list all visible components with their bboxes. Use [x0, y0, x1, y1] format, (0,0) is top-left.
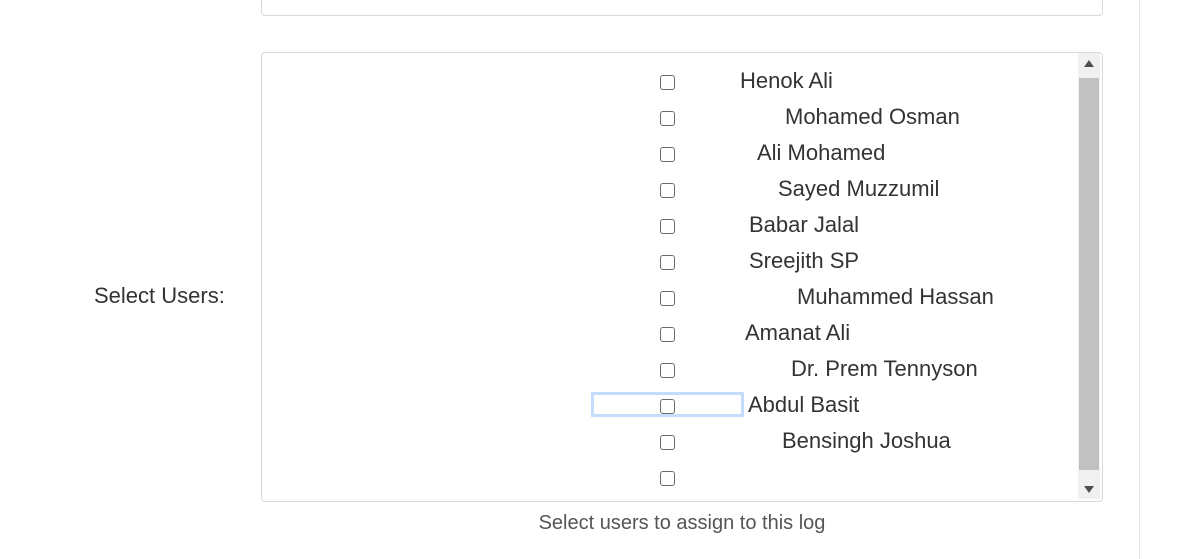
user-checkbox[interactable] — [660, 399, 675, 414]
user-name: Mohamed Osman — [785, 104, 960, 129]
triangle-down-icon — [1084, 485, 1094, 493]
user-row[interactable]: Amanat Ali — [262, 317, 1077, 353]
user-checkbox[interactable] — [660, 75, 675, 90]
user-checkbox[interactable] — [660, 219, 675, 234]
user-checkbox[interactable] — [660, 183, 675, 198]
user-row[interactable] — [262, 461, 1077, 497]
previous-field-box[interactable] — [261, 0, 1103, 16]
user-row[interactable]: Abdul Basit — [262, 389, 1077, 425]
user-name: Bensingh Joshua — [782, 428, 951, 453]
user-name: Muhammed Hassan — [797, 284, 994, 309]
user-row[interactable]: Dr. Prem Tennyson — [262, 353, 1077, 389]
user-checkbox[interactable] — [660, 255, 675, 270]
user-row[interactable]: Sayed Muzzumil — [262, 173, 1077, 209]
user-row[interactable]: Mohamed Osman — [262, 101, 1077, 137]
user-name: Abdul Basit — [748, 392, 860, 417]
user-checkbox[interactable] — [660, 147, 675, 162]
user-name: Amanat Ali — [745, 320, 851, 345]
scroll-thumb[interactable] — [1079, 78, 1099, 470]
user-row[interactable]: Sreejith SP — [262, 245, 1077, 281]
user-checkbox[interactable] — [660, 363, 675, 378]
user-name: Dr. Prem Tennyson — [791, 356, 978, 381]
listbox-scrollbar[interactable] — [1078, 53, 1100, 499]
user-row[interactable]: Ali Mohamed — [262, 137, 1077, 173]
user-checkbox[interactable] — [660, 327, 675, 342]
user-name: Babar Jalal — [749, 212, 860, 237]
user-row[interactable]: Henok Ali — [262, 65, 1077, 101]
user-name: Sayed Muzzumil — [778, 176, 940, 201]
user-checkbox[interactable] — [660, 291, 675, 306]
user-row[interactable]: Babar Jalal — [262, 209, 1077, 245]
panel-divider — [1139, 0, 1140, 559]
user-row[interactable]: Bensingh Joshua — [262, 425, 1077, 461]
user-checkbox[interactable] — [660, 111, 675, 126]
user-name: Sreejith SP — [749, 248, 860, 273]
user-row[interactable]: Muhammed Hassan — [262, 281, 1077, 317]
user-name: Ali Mohamed — [757, 140, 886, 165]
users-listbox[interactable]: Henok Ali Mohamed Osman Ali Mohamed Saye… — [261, 52, 1103, 502]
scroll-up-button[interactable] — [1078, 53, 1100, 73]
user-checkbox[interactable] — [660, 435, 675, 450]
select-users-help-text: Select users to assign to this log — [538, 512, 826, 534]
triangle-up-icon — [1084, 59, 1094, 67]
select-users-label: Select Users: — [94, 283, 225, 308]
scroll-down-button[interactable] — [1078, 479, 1100, 499]
user-name: Henok Ali — [740, 68, 833, 93]
user-checkbox[interactable] — [660, 471, 675, 486]
